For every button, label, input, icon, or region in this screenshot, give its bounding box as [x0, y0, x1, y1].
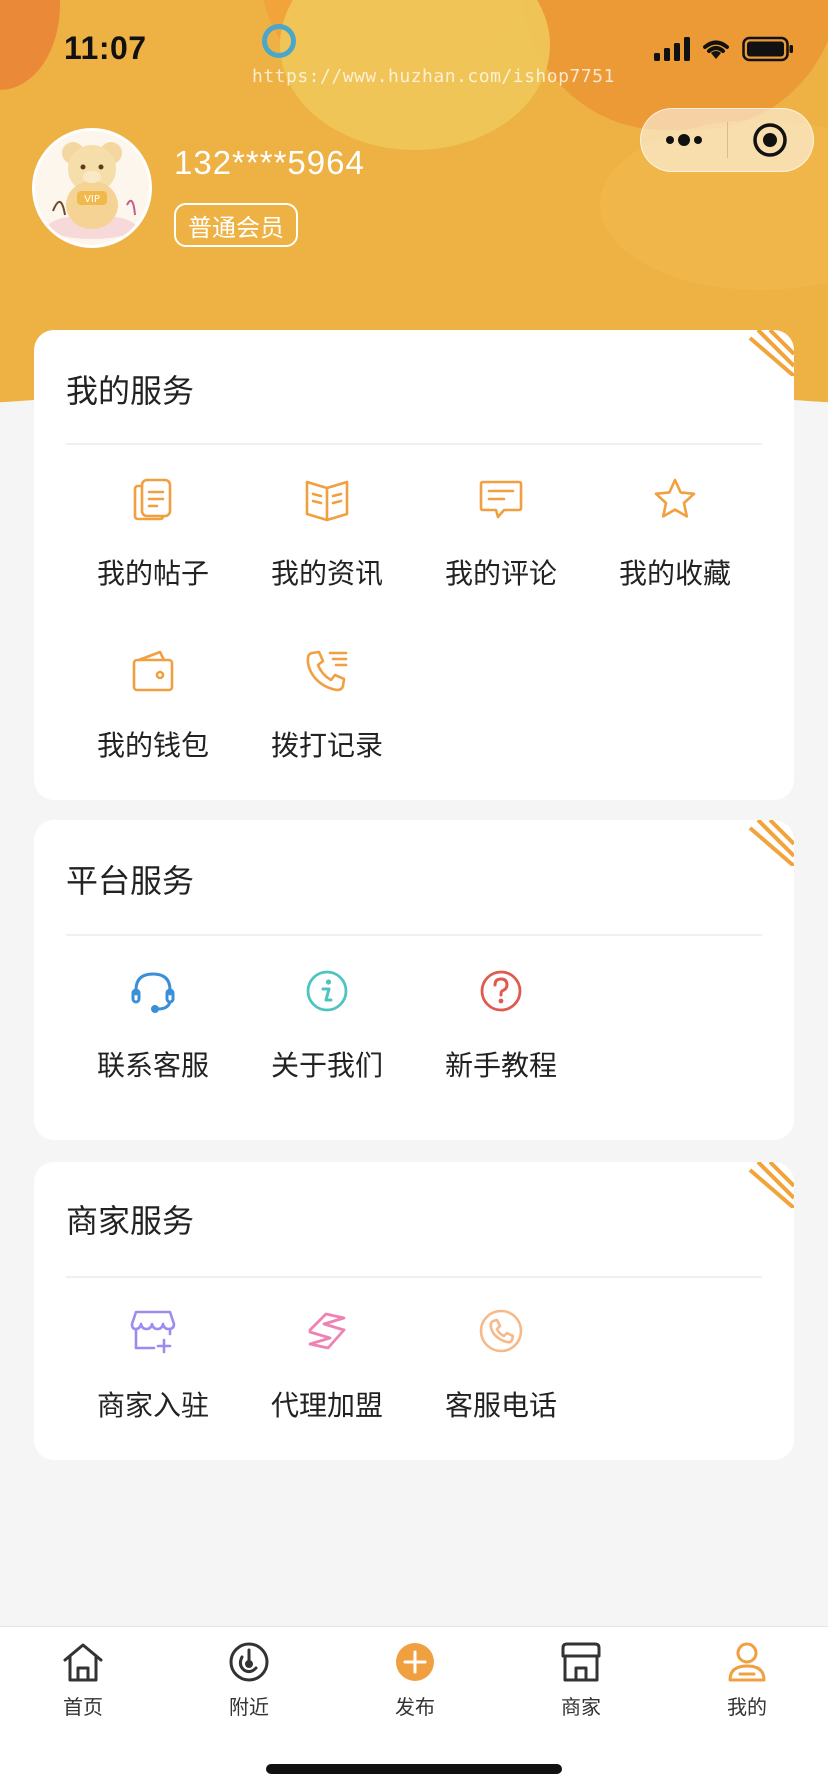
service-my-posts[interactable]: 我的帖子 — [66, 474, 240, 592]
card-corner-stripes — [748, 820, 794, 866]
battery-icon — [742, 36, 793, 62]
service-agent-franchise[interactable]: 代理加盟 — [240, 1306, 414, 1424]
merchant-services-card: 商家服务 商家入驻 代理加盟 客服电话 — [34, 1162, 794, 1460]
tab-label: 首页 — [63, 1695, 103, 1719]
service-label: 我的资讯 — [270, 557, 383, 590]
more-dots-icon[interactable] — [641, 108, 727, 172]
home-icon — [60, 1639, 106, 1685]
service-label: 联系客服 — [96, 1049, 209, 1082]
card-corner-stripes — [748, 1162, 794, 1208]
card-title: 我的服务 — [66, 372, 195, 410]
service-my-comments[interactable]: 我的评论 — [414, 474, 588, 592]
home-indicator — [266, 1764, 562, 1774]
headset-icon — [128, 966, 178, 1016]
comment-icon — [476, 474, 526, 524]
shop-icon — [558, 1639, 604, 1685]
service-label: 商家入驻 — [96, 1389, 209, 1422]
profile-page: 11:07 https://www.huzhan.com/ishop7751 V… — [0, 0, 828, 1792]
tab-label: 我的 — [727, 1695, 767, 1719]
my-services-card: 我的服务 我的帖子 我的资讯 我的评论 我的收藏 我的钱包 拨打记录 — [34, 330, 794, 800]
avatar-badge-text: VIP — [84, 194, 100, 205]
posts-icon — [128, 474, 178, 524]
profile-icon — [724, 1639, 770, 1685]
tab-label: 发布 — [395, 1695, 435, 1719]
service-label: 新手教程 — [444, 1049, 557, 1082]
miniprogram-capsule — [640, 108, 814, 172]
service-hotline[interactable]: 客服电话 — [414, 1306, 588, 1424]
card-divider — [66, 1276, 762, 1278]
service-label: 我的钱包 — [96, 729, 209, 762]
user-phone[interactable]: 132****5964 — [174, 144, 365, 182]
tab-home[interactable]: 首页 — [0, 1639, 166, 1720]
status-time: 11:07 — [64, 30, 147, 66]
star-icon — [650, 474, 700, 524]
card-divider — [66, 934, 762, 936]
service-label: 拨打记录 — [270, 729, 383, 762]
loading-ring-icon — [262, 24, 296, 58]
wallet-icon — [128, 646, 178, 696]
service-label: 客服电话 — [444, 1389, 557, 1422]
card-corner-stripes — [748, 330, 794, 376]
avatar[interactable]: VIP — [32, 128, 152, 248]
target-circle-icon[interactable] — [728, 108, 814, 172]
service-contact-support[interactable]: 联系客服 — [66, 966, 240, 1084]
service-my-news[interactable]: 我的资讯 — [240, 474, 414, 592]
tab-profile[interactable]: 我的 — [664, 1639, 828, 1720]
service-tutorial[interactable]: 新手教程 — [414, 966, 588, 1084]
news-book-icon — [302, 474, 352, 524]
service-my-favorites[interactable]: 我的收藏 — [588, 474, 762, 592]
service-label: 关于我们 — [270, 1049, 383, 1082]
member-level-badge: 普通会员 — [174, 203, 298, 247]
service-my-wallet[interactable]: 我的钱包 — [66, 646, 240, 764]
platform-services-card: 平台服务 联系客服 关于我们 新手教程 — [34, 820, 794, 1140]
header-decor-blob — [0, 0, 60, 90]
tab-nearby[interactable]: 附近 — [166, 1639, 332, 1720]
call-log-icon — [302, 646, 352, 696]
card-title: 平台服务 — [66, 862, 195, 900]
question-icon — [476, 966, 526, 1016]
signal-icon — [654, 37, 690, 61]
nearby-icon — [226, 1639, 272, 1685]
agent-icon — [302, 1306, 352, 1356]
service-label: 代理加盟 — [270, 1389, 383, 1422]
tab-merchant[interactable]: 商家 — [498, 1639, 664, 1720]
publish-plus-icon — [392, 1639, 438, 1685]
service-about-us[interactable]: 关于我们 — [240, 966, 414, 1084]
service-call-log[interactable]: 拨打记录 — [240, 646, 414, 764]
info-icon — [302, 966, 352, 1016]
tab-label: 商家 — [561, 1695, 601, 1719]
bear-avatar-icon: VIP — [35, 131, 149, 245]
service-label: 我的评论 — [444, 557, 557, 590]
service-merchant-join[interactable]: 商家入驻 — [66, 1306, 240, 1424]
service-label: 我的收藏 — [618, 557, 731, 590]
card-divider — [66, 443, 762, 445]
wifi-icon — [703, 40, 729, 59]
tab-label: 附近 — [229, 1695, 269, 1719]
status-icons — [654, 36, 794, 62]
tab-publish[interactable]: 发布 — [332, 1639, 498, 1720]
service-label: 我的帖子 — [96, 557, 209, 590]
card-title: 商家服务 — [66, 1202, 195, 1240]
store-add-icon — [128, 1306, 178, 1356]
phone-icon — [476, 1306, 526, 1356]
watermark: https://www.huzhan.com/ishop7751 — [252, 66, 615, 87]
